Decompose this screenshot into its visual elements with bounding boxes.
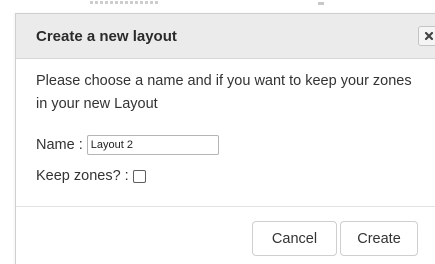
background-content <box>90 0 160 5</box>
create-layout-dialog: Create a new layout Please choose a name… <box>15 13 435 264</box>
keep-zones-label: Keep zones? : <box>36 168 129 184</box>
background-content-fragment <box>318 2 324 5</box>
name-row: Name : <box>36 134 435 156</box>
dialog-body: Please choose a name and if you want to … <box>36 70 435 187</box>
layout-name-input[interactable] <box>86 135 219 155</box>
create-button[interactable]: Create <box>340 221 418 256</box>
keep-zones-checkbox[interactable] <box>132 169 146 183</box>
close-button[interactable] <box>418 26 435 46</box>
screen: Create a new layout Please choose a name… <box>0 0 435 264</box>
dialog-message: Please choose a name and if you want to … <box>36 73 412 112</box>
name-label: Name : <box>36 137 83 153</box>
cancel-button[interactable]: Cancel <box>252 221 337 256</box>
close-icon <box>424 31 434 41</box>
dialog-title: Create a new layout <box>36 28 177 45</box>
footer-divider <box>16 206 435 207</box>
dialog-titlebar: Create a new layout <box>16 14 435 59</box>
keep-zones-row: Keep zones? : <box>36 165 435 187</box>
